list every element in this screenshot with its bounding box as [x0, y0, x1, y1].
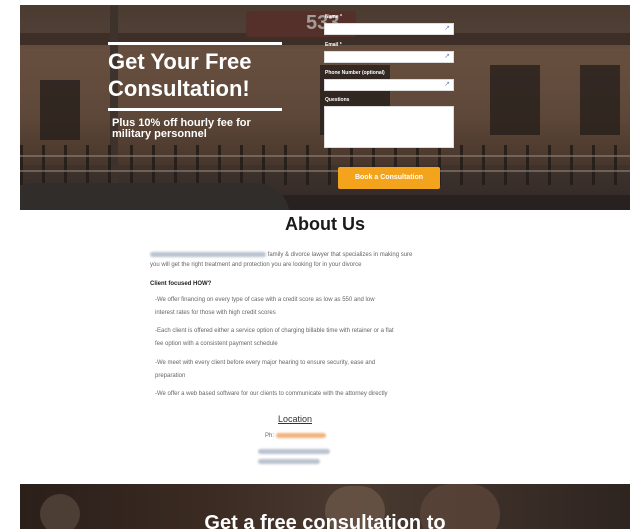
hero-title-line: Get Your Free — [108, 49, 252, 74]
about-intro-line2: you will get the right treatment and pro… — [150, 262, 362, 268]
phone-label: Phone Number (optional) — [325, 70, 385, 76]
redacted-phone-link[interactable] — [275, 432, 326, 438]
email-field[interactable]: ↗ — [324, 51, 454, 63]
email-label: Email * — [325, 42, 342, 48]
phone-prefix: Ph: — [265, 433, 275, 439]
hero-subtitle-line: military personnel — [112, 128, 207, 140]
book-consultation-button[interactable]: Book a Consultation — [338, 167, 440, 189]
questions-label: Questions — [325, 97, 350, 103]
location-link[interactable]: Location — [278, 414, 312, 424]
redacted-address-line — [258, 448, 330, 454]
hero-title: Get Your Free Consultation! — [108, 48, 308, 102]
autofill-icon[interactable]: ↗ — [443, 81, 451, 89]
hero-title-line: Consultation! — [108, 76, 250, 101]
bottom-banner-title: Get a free consultation to — [204, 512, 446, 529]
about-intro-text: family & divorce lawyer that specializes… — [267, 252, 413, 258]
redacted-firm-name — [150, 251, 266, 257]
hero-divider-top — [108, 42, 282, 45]
autofill-icon[interactable]: ↗ — [443, 53, 451, 61]
bullet-line: -Each client is offered either a service… — [155, 328, 394, 334]
about-intro: family & divorce lawyer that specializes… — [150, 250, 470, 260]
phone-field[interactable]: ↗ — [324, 79, 454, 91]
name-label: Name * — [325, 14, 342, 20]
page: 533 Get Your Free Consultation! Plus 10%… — [0, 0, 635, 529]
bullet-line: -We offer financing on every type of cas… — [155, 297, 375, 303]
autofill-icon[interactable]: ↗ — [443, 25, 451, 33]
redacted-address-line — [258, 458, 320, 464]
bullet-line: -We offer a web based software for our c… — [155, 391, 388, 397]
hero-divider-bottom — [108, 108, 282, 111]
bullet-line: fee option with a consistent payment sch… — [155, 341, 278, 347]
bullet-line: preparation — [155, 373, 186, 379]
client-focused-heading: Client focused HOW? — [150, 281, 212, 287]
phone-line: Ph: — [265, 431, 355, 441]
questions-field[interactable] — [324, 106, 454, 148]
name-field[interactable]: ↗ — [324, 23, 454, 35]
hero-subtitle: Plus 10% off hourly fee for military per… — [112, 118, 292, 140]
bullet-line: interest rates for those with high credi… — [155, 310, 276, 316]
about-title: About Us — [285, 214, 365, 234]
address-block — [258, 447, 348, 467]
bullet-line: -We meet with every client before every … — [155, 360, 376, 366]
